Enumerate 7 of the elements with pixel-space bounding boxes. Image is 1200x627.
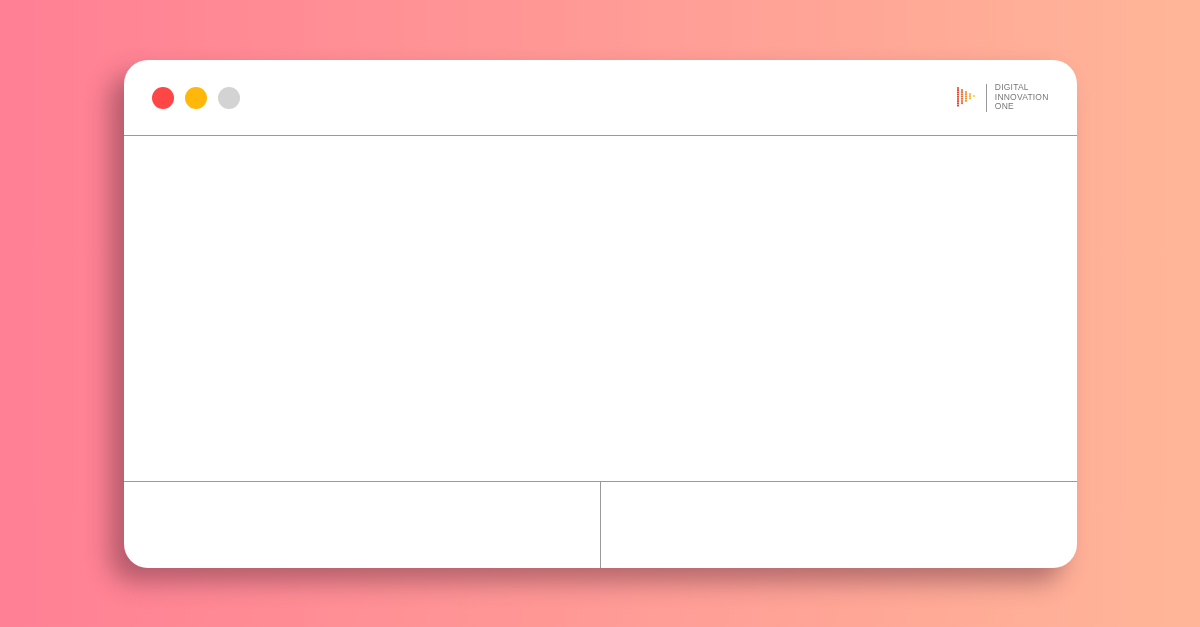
logo-text: ONE [994,102,1015,112]
logo-icon [955,85,978,110]
logo-text: INNOVATION [994,92,1049,103]
window-control[interactable] [184,86,207,109]
logo-text: DIGITAL [994,83,1030,93]
window-control[interactable] [217,86,240,109]
window-control[interactable] [151,86,174,109]
